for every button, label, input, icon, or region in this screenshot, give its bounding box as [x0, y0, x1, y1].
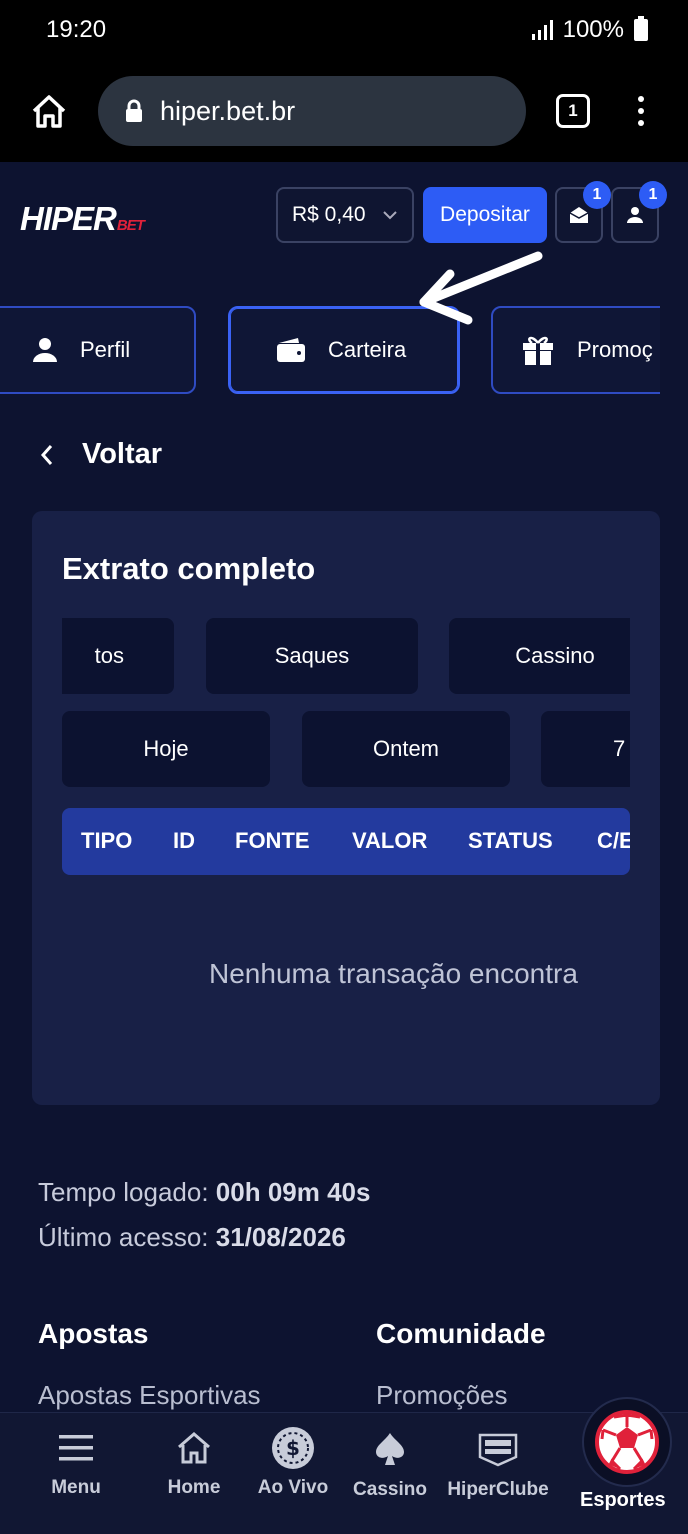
logo-main: HIPER — [20, 200, 117, 237]
nav-esportes-button[interactable] — [582, 1397, 672, 1487]
filter-cassino[interactable]: Cassino — [449, 618, 630, 694]
col-valor: VALOR — [352, 828, 428, 853]
col-ce: C/E — [597, 828, 630, 853]
session-info: Tempo logado: 00h 09m 40s Último acesso:… — [38, 1170, 370, 1260]
nav-label: Home — [167, 1477, 221, 1498]
last-access-row: Último acesso: 31/08/2026 — [38, 1215, 370, 1260]
browser-toolbar: hiper.bet.br 1 — [0, 60, 688, 162]
statement-title: Extrato completo — [62, 551, 316, 586]
soccer-ball-icon — [595, 1410, 659, 1474]
balance-dropdown[interactable]: R$ 0,40 — [276, 187, 414, 243]
balance-value: R$ 0,40 — [292, 203, 366, 226]
chevron-down-icon — [383, 211, 397, 220]
tab-perfil[interactable]: Perfil — [0, 306, 196, 394]
nav-label: Menu — [51, 1477, 101, 1498]
messages-button[interactable]: 1 — [555, 181, 611, 243]
svg-text:$: $ — [286, 1436, 300, 1460]
hiperclube-icon — [478, 1433, 518, 1467]
nav-ao-vivo[interactable]: $ Ao Vivo — [243, 1427, 343, 1499]
statement-card: Extrato completo tos Saques Cassino Hoje… — [32, 511, 660, 1105]
deposit-button[interactable]: Depositar — [423, 187, 547, 243]
table-header: TIPO ID FONTE VALOR STATUS C/E — [62, 808, 630, 875]
footer-link-apostas-esportivas[interactable]: Apostas Esportivas — [38, 1380, 261, 1411]
annotation-arrow-carteira — [419, 251, 543, 325]
last-access-value: 31/08/2026 — [215, 1222, 346, 1252]
battery-percent: 100% — [562, 16, 624, 43]
filter-saques[interactable]: Saques — [206, 618, 418, 694]
browser-home-icon[interactable] — [24, 86, 74, 136]
tab-switcher-button[interactable]: 1 — [556, 94, 590, 128]
footer-col-comunidade: Comunidade Promoções — [376, 1318, 546, 1411]
live-coin-icon: $ — [272, 1427, 314, 1469]
status-time: 19:20 — [46, 16, 107, 43]
gift-icon — [523, 336, 553, 365]
spade-icon — [376, 1433, 404, 1465]
footer-heading: Apostas — [38, 1318, 149, 1349]
wallet-icon — [277, 338, 305, 362]
nav-menu[interactable]: Menu — [26, 1431, 126, 1499]
time-logged-value: 00h 09m 40s — [215, 1177, 371, 1207]
back-link[interactable]: Voltar — [40, 438, 162, 471]
menu-icon — [59, 1435, 93, 1461]
nav-hiperclube[interactable]: HiperClube — [447, 1431, 549, 1501]
nav-home[interactable]: Home — [144, 1431, 244, 1499]
bottom-nav: Menu Home $ Ao Vivo Cassino HiperClube E… — [0, 1397, 688, 1534]
nav-cassino[interactable]: Cassino — [340, 1431, 440, 1501]
tab-label: Carteira — [328, 337, 407, 362]
account-button[interactable]: 1 — [611, 181, 667, 243]
user-icon — [627, 207, 643, 223]
account-tabs: Perfil Carteira Promoç — [0, 306, 660, 396]
date-filter-row: Hoje Ontem 7 — [62, 711, 630, 789]
mail-icon — [569, 207, 589, 223]
col-fonte: FONTE — [235, 828, 310, 853]
col-tipo: TIPO — [81, 828, 133, 853]
logo-sub: BET — [116, 217, 145, 234]
nav-label: Ao Vivo — [257, 1477, 329, 1498]
nav-esportes-label: Esportes — [580, 1489, 666, 1511]
battery-icon — [634, 16, 648, 41]
col-status: STATUS — [468, 828, 553, 853]
filter-7-dias[interactable]: 7 — [541, 711, 630, 787]
status-bar: 19:20 100% — [0, 0, 688, 60]
user-icon — [33, 338, 57, 362]
footer-link-promocoes[interactable]: Promoções — [376, 1380, 546, 1411]
signal-icon — [531, 20, 553, 40]
filter-hoje[interactable]: Hoje — [62, 711, 270, 787]
lock-icon — [126, 99, 142, 122]
footer-heading: Comunidade — [376, 1318, 546, 1349]
col-id: ID — [173, 828, 195, 853]
mail-badge: 1 — [583, 181, 611, 209]
filter-depositos[interactable]: tos — [62, 618, 174, 694]
nav-label: HiperClube — [447, 1479, 549, 1500]
time-logged-label: Tempo logado: — [38, 1177, 209, 1207]
user-badge: 1 — [639, 181, 667, 209]
filter-ontem[interactable]: Ontem — [302, 711, 510, 787]
address-bar[interactable]: hiper.bet.br — [98, 76, 526, 146]
type-filter-row: tos Saques Cassino — [62, 618, 630, 696]
time-logged-row: Tempo logado: 00h 09m 40s — [38, 1170, 370, 1215]
url-text: hiper.bet.br — [160, 95, 296, 126]
chevron-left-icon — [40, 444, 53, 465]
more-options-icon[interactable] — [638, 96, 644, 126]
site-logo[interactable]: HIPERBET — [20, 200, 145, 238]
back-label: Voltar — [82, 438, 163, 470]
empty-state-message: Nenhuma transação encontra — [209, 958, 578, 989]
tab-label: Perfil — [80, 337, 131, 362]
status-indicators: 100% — [531, 16, 648, 44]
footer-col-apostas: Apostas Apostas Esportivas — [38, 1318, 261, 1411]
site-header: HIPERBET R$ 0,40 Depositar 1 1 — [0, 162, 688, 272]
nav-label: Cassino — [353, 1479, 427, 1500]
last-access-label: Último acesso: — [38, 1222, 209, 1252]
tab-label: Promoç — [577, 337, 653, 362]
home-icon — [178, 1432, 210, 1464]
